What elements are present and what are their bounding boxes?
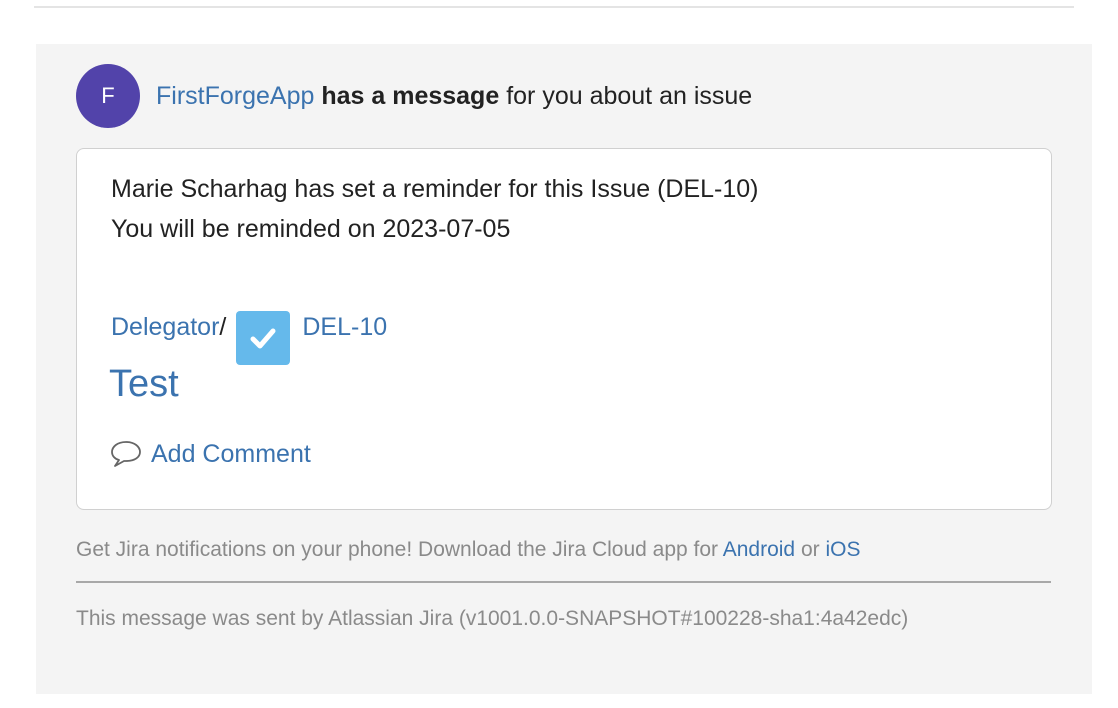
project-link[interactable]: Delegator bbox=[111, 313, 219, 342]
issue-key-link[interactable]: DEL-10 bbox=[302, 313, 387, 342]
message-header: F FirstForgeApp has a message for you ab… bbox=[76, 64, 1056, 128]
add-comment-label: Add Comment bbox=[151, 439, 311, 468]
android-link[interactable]: Android bbox=[723, 538, 795, 561]
ios-link[interactable]: iOS bbox=[825, 538, 860, 561]
task-checkbox-icon bbox=[236, 311, 291, 365]
mobile-app-promo: Get Jira notifications on your phone! Do… bbox=[76, 538, 860, 562]
add-comment-button[interactable]: Add Comment bbox=[109, 439, 311, 469]
header-rest-text: for you about an issue bbox=[499, 81, 753, 110]
footer-divider bbox=[76, 581, 1051, 583]
promo-text: Get Jira notifications on your phone! Do… bbox=[76, 538, 723, 561]
issue-summary-link[interactable]: Test bbox=[109, 363, 179, 406]
reminder-line: Marie Scharhag has set a reminder for th… bbox=[111, 175, 759, 203]
avatar[interactable]: F bbox=[76, 64, 140, 128]
breadcrumb-separator: / bbox=[219, 312, 227, 341]
notification-panel: F FirstForgeApp has a message for you ab… bbox=[36, 44, 1092, 694]
top-divider bbox=[34, 6, 1074, 8]
header-bold-text: has a message bbox=[321, 81, 500, 110]
app-name-link[interactable]: FirstForgeApp bbox=[156, 82, 314, 110]
or-text: or bbox=[795, 538, 826, 561]
breadcrumb: Delegator / DEL-10 bbox=[111, 289, 387, 365]
header-text: FirstForgeApp has a message for you abou… bbox=[156, 82, 752, 111]
comment-icon bbox=[111, 441, 141, 467]
sent-by-text: This message was sent by Atlassian Jira … bbox=[76, 607, 909, 630]
reminder-date-line: You will be reminded on 2023-07-05 bbox=[111, 215, 511, 243]
message-card: Marie Scharhag has set a reminder for th… bbox=[76, 148, 1052, 510]
